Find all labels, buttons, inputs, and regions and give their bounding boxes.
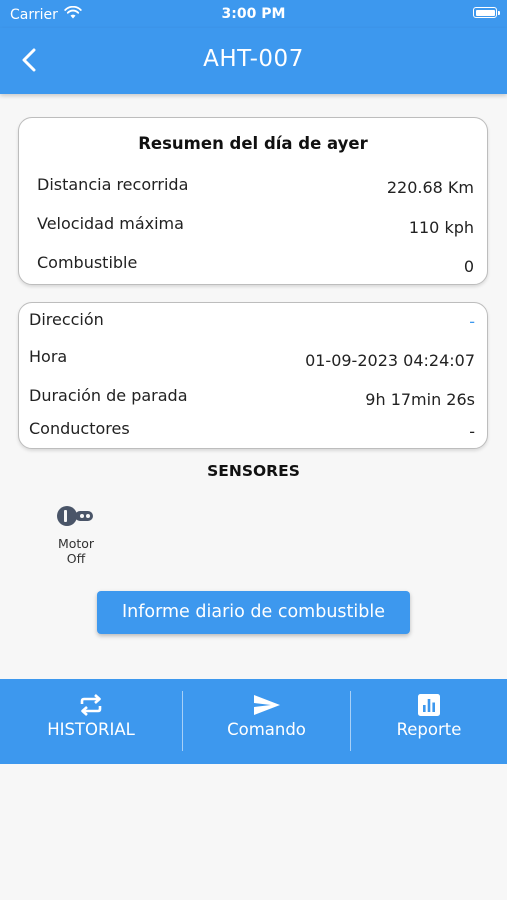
sensors-heading: SENSORES — [207, 462, 300, 480]
max-speed-value: 110 kph — [408, 218, 474, 237]
yesterday-summary-card: Resumen del día de ayer Distancia recorr… — [18, 117, 488, 285]
sensor-engine: Motor Off — [46, 503, 106, 566]
address-label: Dirección — [29, 310, 104, 329]
page-title: AHT-007 — [203, 46, 304, 72]
status-time: 3:00 PM — [221, 6, 286, 22]
send-icon — [253, 695, 280, 715]
sensor-label-line1: Motor — [57, 536, 95, 551]
ignition-key-icon — [57, 506, 93, 526]
fuel-value: 0 — [463, 257, 474, 276]
stop-duration-value: 9h 17min 26s — [365, 390, 475, 409]
distance-label: Distancia recorrida — [37, 175, 189, 194]
battery-icon — [473, 7, 500, 18]
bar-chart-icon — [418, 694, 440, 716]
max-speed-label: Velocidad máxima — [37, 214, 184, 233]
distance-value: 220.68 Km — [386, 178, 474, 197]
time-value: 01-09-2023 04:24:07 — [305, 351, 475, 370]
daily-fuel-report-button[interactable]: Informe diario de combustible — [97, 591, 410, 634]
time-label: Hora — [29, 347, 68, 366]
nav-historial[interactable]: HISTORIAL — [0, 679, 182, 764]
address-value: - — [469, 312, 475, 331]
summary-title: Resumen del día de ayer — [138, 134, 368, 153]
vehicle-details-card: Dirección - Hora 01-09-2023 04:24:07 Dur… — [18, 302, 488, 449]
fuel-label: Combustible — [37, 253, 138, 272]
nav-comando[interactable]: Comando — [183, 679, 350, 764]
nav-historial-label: HISTORIAL — [47, 720, 135, 739]
nav-comando-label: Comando — [227, 720, 306, 739]
status-bar: Carrier 3:00 PM — [0, 0, 507, 28]
drivers-label: Conductores — [29, 419, 130, 438]
app-header: AHT-007 — [0, 28, 507, 94]
repeat-icon — [80, 694, 102, 716]
drivers-value: - — [469, 422, 475, 441]
bottom-navigation: HISTORIAL Comando Reporte — [0, 679, 507, 764]
sensor-label-line2: Off — [66, 551, 86, 566]
stop-duration-label: Duración de parada — [29, 386, 188, 405]
nav-reporte-label: Reporte — [396, 720, 462, 739]
nav-reporte[interactable]: Reporte — [351, 679, 507, 764]
